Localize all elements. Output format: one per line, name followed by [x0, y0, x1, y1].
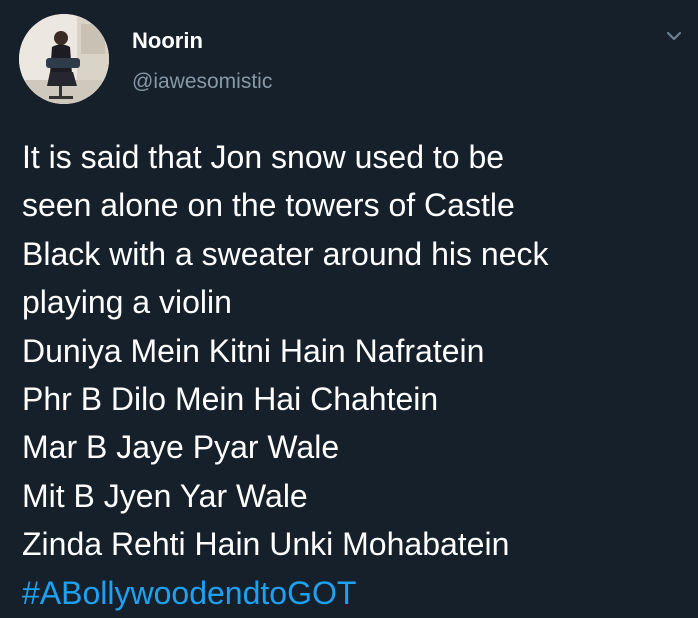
tweet-text-line: Duniya Mein Kitni Hain Nafratein [22, 332, 485, 369]
chevron-down-icon[interactable] [664, 28, 684, 44]
tweet-text-line: Mit B Jyen Yar Wale [22, 477, 308, 514]
user-display-name[interactable]: Noorin [132, 28, 203, 54]
tweet-text-line: Zinda Rehti Hain Unki Mohabatein [22, 526, 510, 563]
tweet-text-line: Mar B Jaye Pyar Wale [22, 429, 340, 466]
tweet-card: Noorin @iawesomistic It is said that Jon… [0, 0, 698, 618]
hashtag-link[interactable]: #ABollywoodendtoGOT [22, 569, 682, 617]
tweet-text-line: It is said that Jon snow used to be [22, 139, 505, 175]
avatar-photo [19, 14, 109, 104]
tweet-text-line: Black with a sweater around his neck [22, 235, 549, 272]
avatar[interactable] [19, 14, 109, 104]
tweet-text-line: seen alone on the towers of Castle [22, 187, 515, 224]
user-handle[interactable]: @iawesomistic [132, 70, 272, 94]
tweet-text-line: Phr B Dilo Mein Hai Chahtein [22, 381, 439, 418]
tweet-text: It is said that Jon snow used to be seen… [22, 133, 682, 617]
tweet-text-line: playing a violin [22, 284, 232, 321]
